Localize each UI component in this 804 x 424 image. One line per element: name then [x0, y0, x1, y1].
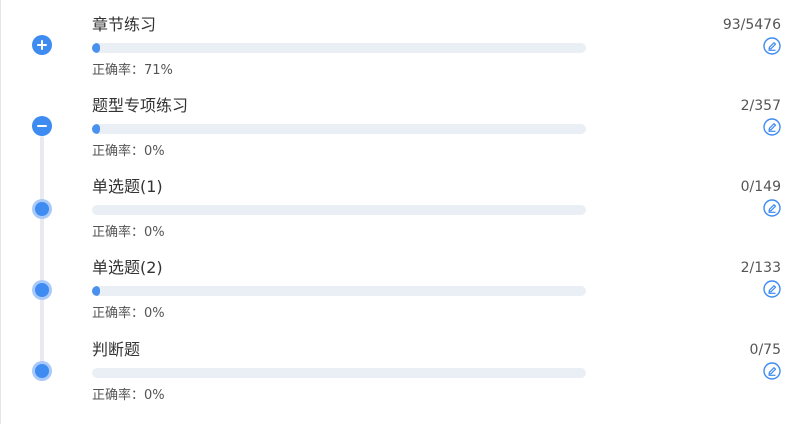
practice-item: 单选题(2) 2/133 正确率：0% [1, 243, 804, 324]
progress-track [92, 368, 586, 378]
practice-item: 章节练习 93/5476 正确率：71% [1, 0, 804, 81]
edit-pencil-icon[interactable] [763, 37, 781, 55]
edit-pencil-icon[interactable] [763, 280, 781, 298]
practice-item-count: 93/5476 [722, 17, 781, 33]
plus-circle-icon[interactable] [32, 35, 52, 55]
accuracy-text: 正确率：0% [92, 388, 165, 403]
practice-item-count: 0/75 [749, 342, 781, 358]
practice-item-title[interactable]: 单选题(1) [92, 177, 163, 197]
practice-item-title[interactable]: 题型专项练习 [92, 96, 188, 116]
minus-circle-icon[interactable] [32, 116, 52, 136]
practice-item: 单选题(1) 0/149 正确率：0% [1, 162, 804, 243]
progress-fill [92, 43, 101, 53]
practice-item-count: 2/357 [740, 98, 781, 114]
practice-item: 判断题 0/75 正确率：0% [1, 325, 804, 406]
practice-item: 题型专项练习 2/357 正确率：0% [1, 81, 804, 162]
progress-track [92, 43, 586, 53]
dot-icon [32, 361, 52, 381]
accuracy-text: 正确率：0% [92, 225, 165, 240]
practice-item-title[interactable]: 章节练习 [92, 15, 156, 35]
practice-item-count: 0/149 [740, 179, 781, 195]
dot-icon [32, 199, 52, 219]
dot-icon [32, 280, 52, 300]
progress-fill [92, 124, 100, 134]
progress-track [92, 124, 586, 134]
practice-item-title[interactable]: 判断题 [92, 340, 140, 360]
practice-progress-panel: 章节练习 93/5476 正确率：71% 题型专项练习 2/357 正确率：0% [0, 0, 804, 424]
accuracy-text: 正确率：0% [92, 306, 165, 321]
accuracy-text: 正确率：71% [92, 63, 173, 78]
practice-item-count: 2/133 [740, 260, 781, 276]
edit-pencil-icon[interactable] [763, 362, 781, 380]
progress-fill [92, 286, 100, 296]
practice-item-title[interactable]: 单选题(2) [92, 258, 163, 278]
accuracy-text: 正确率：0% [92, 144, 165, 159]
progress-track [92, 205, 586, 215]
edit-pencil-icon[interactable] [763, 118, 781, 136]
progress-track [92, 286, 586, 296]
edit-pencil-icon[interactable] [763, 199, 781, 217]
